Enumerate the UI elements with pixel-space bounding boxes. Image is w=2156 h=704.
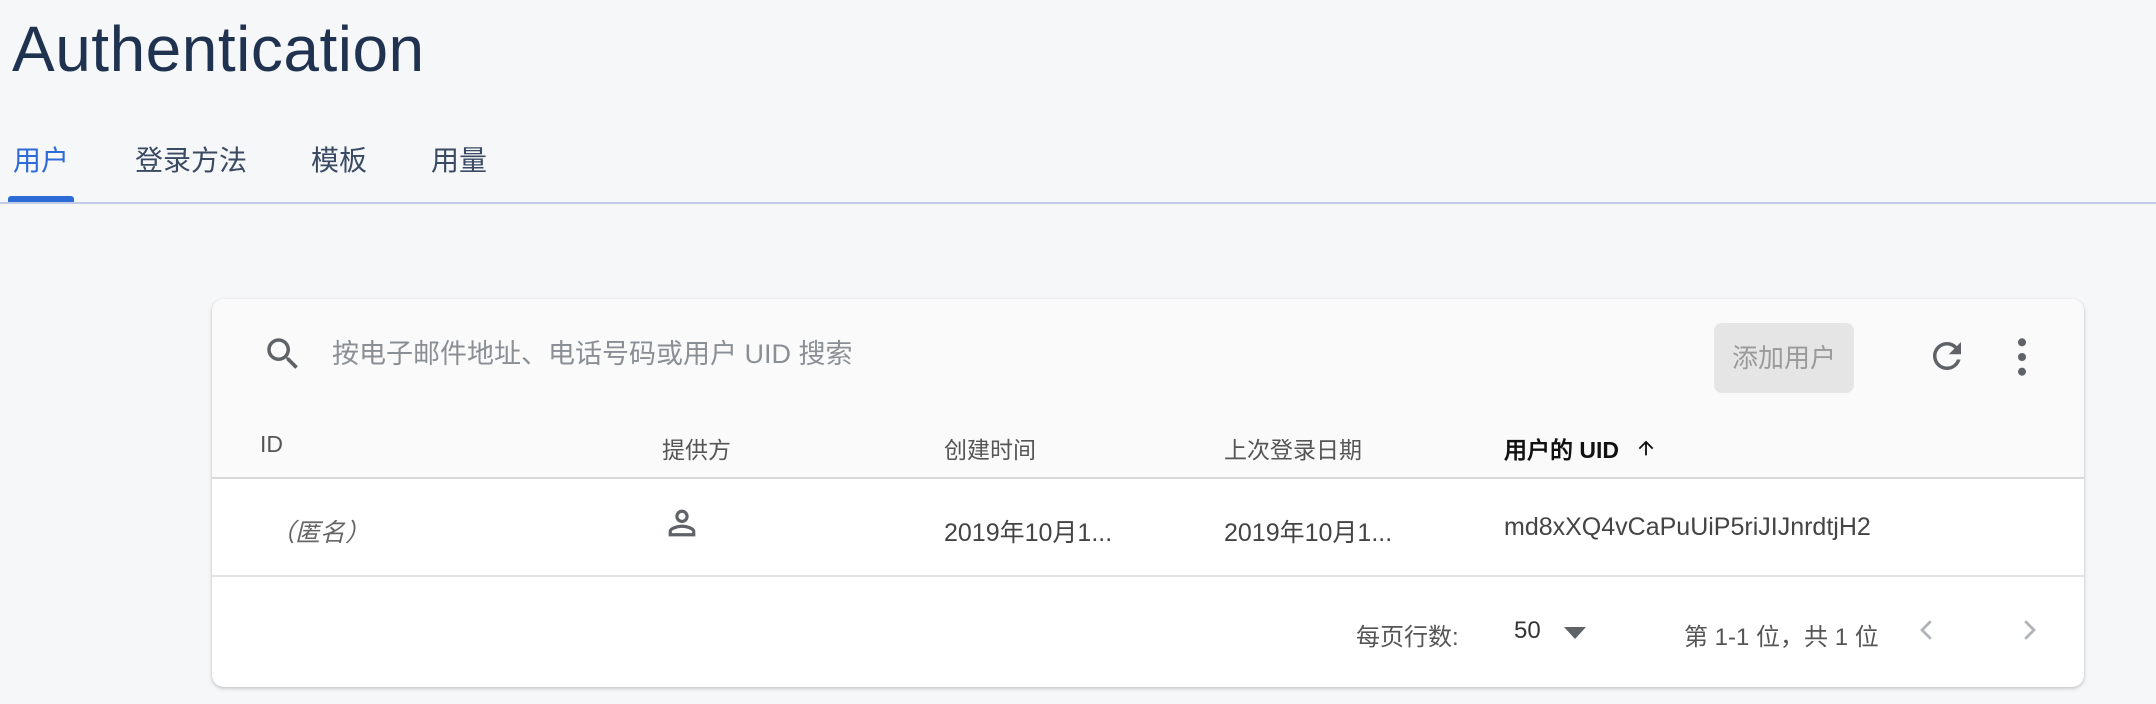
column-header-created[interactable]: 创建时间	[944, 431, 1036, 465]
table-toolbar: 添加用户	[212, 299, 2084, 411]
tab-templates[interactable]: 模板	[306, 120, 372, 204]
column-header-id[interactable]: ID	[260, 431, 283, 458]
column-header-provider[interactable]: 提供方	[662, 431, 731, 465]
table-row[interactable]: （匿名） 2019年10月1... 2019年10月1... md8xXQ4vC…	[212, 479, 2084, 577]
tab-sign-in-method[interactable]: 登录方法	[128, 120, 254, 204]
column-header-last-signin[interactable]: 上次登录日期	[1224, 431, 1362, 465]
cell-uid: md8xXQ4vCaPuUiP5riJIJnrdtjH2	[1504, 513, 1871, 541]
refresh-icon[interactable]	[1926, 335, 1968, 377]
arrow-up-icon	[1639, 440, 1654, 456]
tab-bar: 用户 登录方法 模板 用量	[0, 120, 2156, 204]
column-header-uid[interactable]: 用户的 UID	[1504, 431, 1657, 465]
table-header: ID 提供方 创建时间 上次登录日期 用户的 UID	[212, 411, 2084, 479]
chevron-right-icon[interactable]	[2014, 613, 2044, 647]
users-table-card: 添加用户 ID 提供方 创建时间 上次登录日期 用户的 UID （匿名） 201…	[212, 299, 2084, 687]
active-tab-indicator	[8, 196, 74, 202]
rows-per-page-value: 50	[1514, 617, 1541, 644]
person-icon	[668, 509, 696, 537]
pagination-footer: 每页行数: 50 第 1-1 位，共 1 位	[212, 577, 2084, 687]
rows-per-page-select[interactable]: 50	[1514, 607, 1614, 653]
chevron-left-icon[interactable]	[1912, 613, 1942, 647]
search-icon	[267, 338, 298, 369]
cell-id: （匿名）	[270, 519, 371, 547]
add-user-button[interactable]: 添加用户	[1714, 323, 1854, 393]
more-vert-icon[interactable]	[2012, 335, 2032, 379]
cell-created: 2019年10月1...	[944, 519, 1113, 547]
tab-users[interactable]: 用户	[8, 120, 74, 204]
rows-per-page-label: 每页行数:	[1356, 624, 1459, 651]
cell-last-signin: 2019年10月1...	[1224, 519, 1393, 547]
arrow-drop-down-icon	[1564, 627, 1586, 639]
search-input[interactable]	[330, 329, 1330, 379]
column-header-uid-label: 用户的 UID	[1504, 437, 1619, 463]
page-title: Authentication	[12, 13, 425, 85]
pagination-range-label: 第 1-1 位，共 1 位	[1684, 624, 1879, 651]
tab-usage[interactable]: 用量	[426, 120, 492, 204]
